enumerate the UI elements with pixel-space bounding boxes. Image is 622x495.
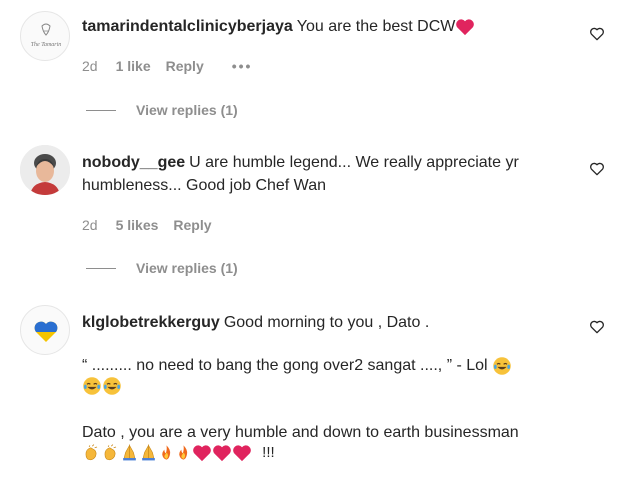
comment-time: 2d (82, 217, 98, 233)
fire-emoji (162, 445, 171, 460)
tears-of-joy-emoji (493, 357, 511, 375)
folded-hands-emoji (142, 444, 155, 461)
like-heart-icon[interactable] (589, 319, 605, 335)
tamarin-logo-icon: The Tamarin (31, 23, 62, 48)
avatar[interactable] (20, 145, 70, 195)
svg-text:The Tamarin: The Tamarin (31, 42, 62, 48)
avatar[interactable] (20, 305, 70, 355)
comment-likes[interactable]: 1 like (116, 58, 151, 74)
comment-username[interactable]: klglobetrekkerguy (82, 314, 220, 331)
comment-username[interactable]: nobody__gee (82, 154, 185, 171)
comment-text-line3: Dato , you are a very humble and down to… (82, 421, 562, 444)
comment-meta: 2d 5 likes Reply (82, 217, 212, 233)
comment-text: tamarindentalclinicyberjaya You are the b… (82, 15, 562, 38)
view-replies-label: View replies (1) (136, 102, 238, 118)
red-heart-emoji (213, 444, 231, 461)
comment-body-line3: Dato , you are a very humble and down to… (82, 424, 519, 441)
view-replies-button[interactable]: View replies (1) (86, 260, 238, 276)
red-heart-emoji (233, 444, 251, 461)
view-replies-button[interactable]: View replies (1) (86, 102, 238, 118)
red-heart-emoji (456, 19, 475, 35)
avatar[interactable]: The Tamarin (20, 11, 70, 61)
like-heart-icon[interactable] (589, 26, 605, 42)
comment-body-line2: “ ......... no need to bang the gong ove… (82, 357, 488, 374)
folded-hands-emoji (123, 444, 136, 461)
comment-body: You are the best DCW (296, 18, 456, 35)
red-heart-emoji (193, 444, 211, 461)
comment-username[interactable]: tamarindentalclinicyberjaya (82, 18, 293, 35)
tears-of-joy-emoji (103, 377, 121, 395)
emoji-row: !!! (82, 443, 275, 462)
comment-text: klglobetrekkerguy Good morning to you , D… (82, 311, 562, 334)
emoji-row (82, 376, 122, 396)
ukraine-heart-icon (34, 321, 58, 342)
tears-of-joy-emoji (83, 377, 101, 395)
reply-button[interactable]: Reply (166, 58, 204, 74)
user-photo-icon (20, 145, 70, 195)
comment-text-line2: “ ......... no need to bang the gong ove… (82, 354, 562, 377)
comment-body-line1: Good morning to you , Dato . (223, 314, 430, 331)
comment-text: nobody__gee U are humble legend... We rea… (82, 151, 562, 197)
divider (86, 109, 116, 111)
reply-button[interactable]: Reply (173, 217, 211, 233)
clapping-hands-emoji (85, 444, 98, 461)
comment-body-end: !!! (262, 444, 275, 461)
view-replies-label: View replies (1) (136, 260, 238, 276)
clapping-hands-emoji (104, 444, 117, 461)
like-heart-icon[interactable] (589, 161, 605, 177)
divider (86, 267, 116, 269)
comment-time: 2d (82, 58, 98, 74)
comment-meta: 2d 1 like Reply ••• (82, 58, 252, 74)
more-options-icon[interactable]: ••• (232, 58, 253, 74)
fire-emoji (179, 445, 188, 460)
comment-likes[interactable]: 5 likes (116, 217, 159, 233)
